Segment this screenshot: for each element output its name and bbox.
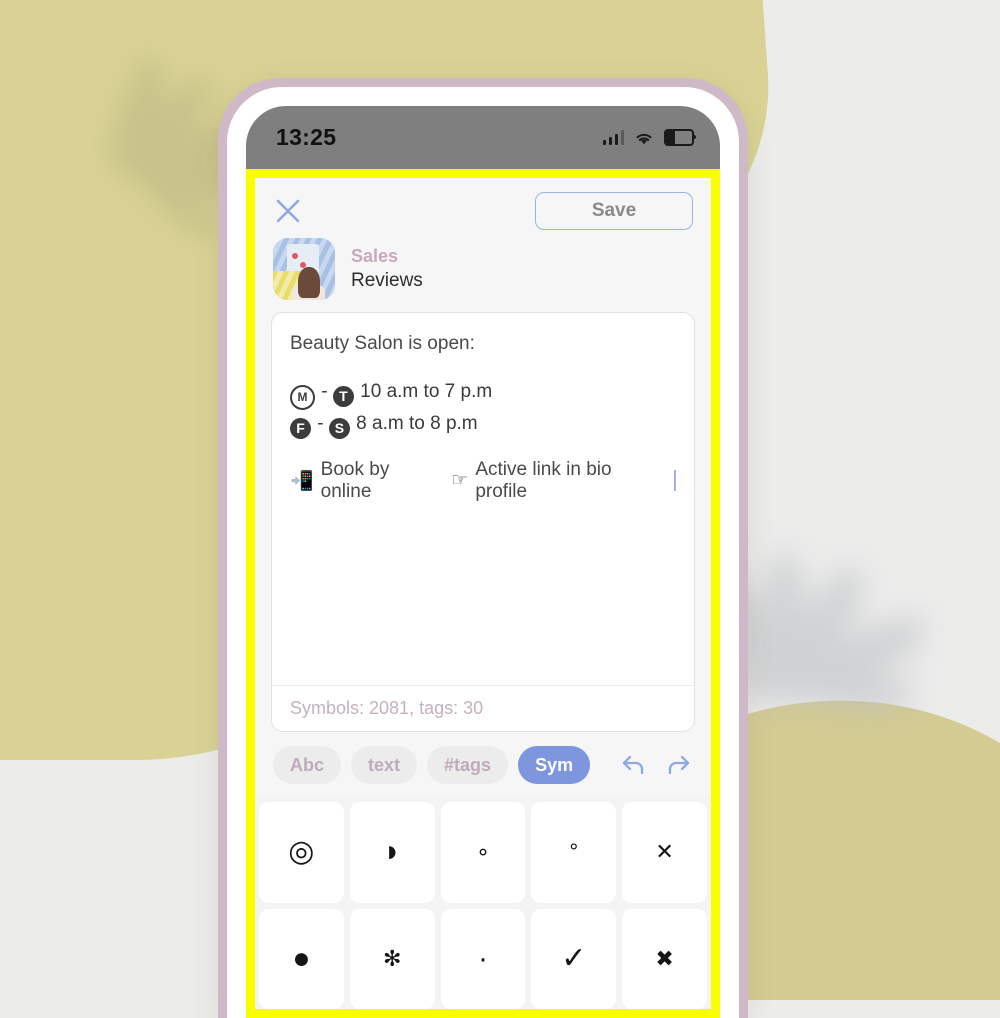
status-time: 13:25 xyxy=(276,124,337,150)
hours-separator: - xyxy=(317,413,324,435)
editor-line-intro: Beauty Salon is open: xyxy=(290,333,475,354)
text-editor-card[interactable]: Beauty Salon is open: M - T 10 a.m to 7 … xyxy=(271,312,695,732)
bullseye-symbol-key[interactable]: ◎ xyxy=(259,802,344,903)
text-caret xyxy=(674,470,676,492)
header-toolbar: Save xyxy=(273,190,693,232)
close-icon[interactable] xyxy=(273,196,303,226)
history-icons xyxy=(619,750,693,780)
phone-bezel: 13:25 Save Sales Reviews Beauty Salon is… xyxy=(227,87,739,1018)
editor-booking-row: 📲 Book by online ☞ Active link in bio pr… xyxy=(290,459,676,503)
symbol-keyboard: ◎ ◗ ∘ ° ✕ ● ✻ · ✓ ✖ xyxy=(255,796,711,1009)
keyboard-row: ◎ ◗ ∘ ° ✕ xyxy=(259,802,707,903)
app-header: Save Sales Reviews xyxy=(255,178,711,312)
battery-icon xyxy=(664,129,696,146)
highlight-frame: Save Sales Reviews Beauty Salon is open:… xyxy=(246,169,720,1018)
editor-wrapper: Beauty Salon is open: M - T 10 a.m to 7 … xyxy=(255,312,711,732)
hours-time: 10 a.m to 7 p.m xyxy=(360,380,493,402)
entity-title: Reviews xyxy=(351,270,423,291)
circled-letter-m-glyph: M xyxy=(290,385,315,411)
keyboard-row: ● ✻ · ✓ ✖ xyxy=(259,908,707,1009)
mode-pill-sym[interactable]: Sym xyxy=(518,746,591,784)
phone-mockup: 13:25 Save Sales Reviews Beauty Salon is… xyxy=(218,78,748,1018)
mode-pills: Abc text #tags Sym xyxy=(273,746,591,784)
entity-category: Sales xyxy=(351,246,399,266)
check-mark-symbol-key[interactable]: ✓ xyxy=(531,908,617,1009)
editor-text-area[interactable]: Beauty Salon is open: M - T 10 a.m to 7 … xyxy=(272,313,694,685)
booking-text-after: Active link in bio profile xyxy=(475,458,612,502)
status-icons xyxy=(602,129,696,146)
mode-pill-text[interactable]: text xyxy=(351,746,418,784)
editor-hours-row: M - T 10 a.m to 7 p.m xyxy=(290,378,676,411)
booking-text-before: Book by online xyxy=(320,458,390,502)
circled-letter-t-glyph: T xyxy=(332,385,354,407)
undo-icon[interactable] xyxy=(619,750,649,780)
heavy-multiplication-x-symbol-key[interactable]: ✖ xyxy=(622,908,707,1009)
editor-hours-row: F - S 8 a.m to 8 p.m xyxy=(290,410,676,439)
mobile-phone-with-arrow-icon: 📲 xyxy=(290,470,314,492)
save-button-label: Save xyxy=(591,200,637,221)
hours-separator: - xyxy=(321,380,328,402)
circled-letter-f-glyph: F xyxy=(290,417,311,439)
save-button[interactable]: Save xyxy=(535,192,693,230)
app-view: Save Sales Reviews Beauty Salon is open:… xyxy=(255,178,711,1009)
leaf-shadow-right xyxy=(707,440,1000,760)
half-circle-right-symbol-key[interactable]: ◗ xyxy=(349,802,435,903)
ring-operator-symbol-key[interactable]: ∘ xyxy=(440,802,526,903)
status-bar: 13:25 xyxy=(246,106,720,169)
degree-symbol-key[interactable]: ° xyxy=(531,802,617,903)
mode-pill-abc[interactable]: Abc xyxy=(273,746,342,784)
mode-bar: Abc text #tags Sym xyxy=(255,732,711,796)
post-thumbnail[interactable] xyxy=(273,238,335,300)
phone-screen: 13:25 Save Sales Reviews Beauty Salon is… xyxy=(246,106,720,1018)
middle-dot-symbol-key[interactable]: · xyxy=(440,908,526,1009)
redo-icon[interactable] xyxy=(663,750,693,780)
entity-row[interactable]: Sales Reviews xyxy=(273,232,693,312)
wifi-icon xyxy=(636,133,652,144)
hours-time: 8 a.m to 8 p.m xyxy=(356,413,478,435)
cellular-signal-icon xyxy=(602,130,624,145)
circled-letter-s-glyph: S xyxy=(328,417,350,439)
entity-labels: Sales Reviews xyxy=(351,246,423,292)
editor-counter: Symbols: 2081, tags: 30 xyxy=(272,685,694,731)
multiplication-x-symbol-key[interactable]: ✕ xyxy=(622,802,707,903)
mode-pill-tags[interactable]: #tags xyxy=(427,746,509,784)
teardrop-asterisk-symbol-key[interactable]: ✻ xyxy=(349,908,435,1009)
pointing-hand-icon: ☞ xyxy=(451,470,469,492)
black-circle-symbol-key[interactable]: ● xyxy=(259,908,344,1009)
